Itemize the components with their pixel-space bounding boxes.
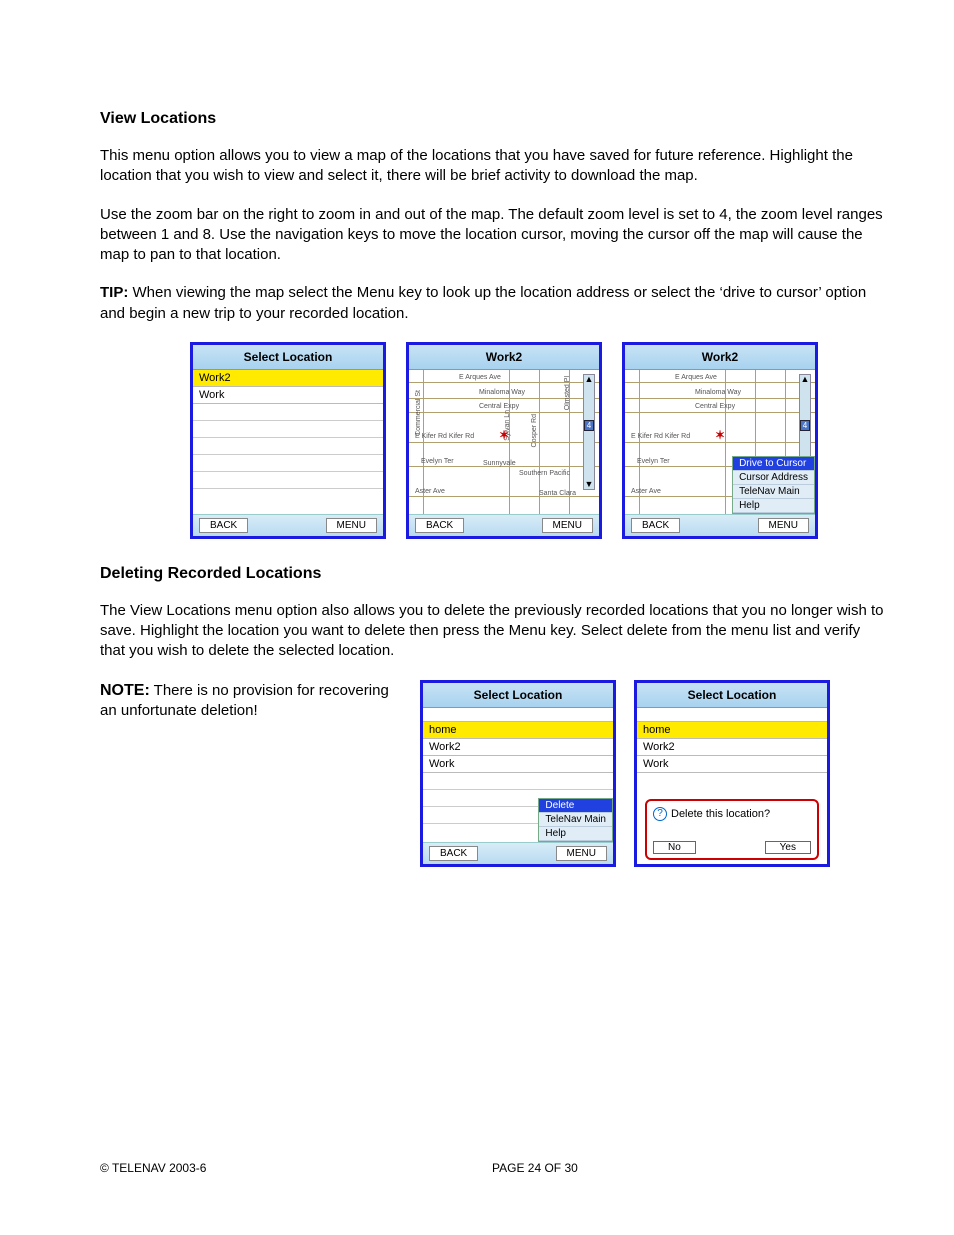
context-menu: Delete TeleNav Main Help [538,798,613,842]
menu-button[interactable]: MENU [556,846,607,861]
list-item[interactable]: Work2 [193,370,383,387]
menu-item-telenav-main[interactable]: TeleNav Main [539,813,612,827]
screenshots-row-1: Select Location Work2 Work BACK MENU Wor… [190,342,884,539]
street-label: E Kifer Rd Kifer Rd [415,433,474,440]
copyright: © TELENAV 2003-6 [100,1161,492,1175]
list-item[interactable]: home [423,722,613,739]
map-cursor-icon: ✶ [715,428,725,442]
para-delete-1: The View Locations menu option also allo… [100,601,884,662]
screen2-title: Work2 [409,345,599,370]
screen3-map[interactable]: E Arques Ave Minaloma Way Central Expy E… [625,370,815,514]
dialog-text: Delete this location? [671,808,770,820]
back-button[interactable]: BACK [429,846,478,861]
tip-label: TIP: [100,284,128,301]
list-item[interactable]: Work [637,756,827,773]
context-menu: Drive to Cursor Cursor Address TeleNav M… [732,456,815,514]
screen-select-location-1: Select Location Work2 Work BACK MENU [190,342,386,539]
list-item[interactable]: home [637,722,827,739]
street-label: Cosper Rd [531,414,538,447]
heading-view-locations: View Locations [100,110,884,128]
street-label: Central Expy [479,403,519,410]
zoom-in-icon[interactable]: ▲ [801,375,810,384]
list-item[interactable]: Work2 [423,739,613,756]
street-label: Minaloma Way [479,389,525,396]
screen5-title: Select Location [637,683,827,708]
para-note: NOTE: There is no provision for recoveri… [100,680,420,722]
screen-select-location-delete-menu: Select Location home Work2 Work Delete T… [420,680,616,867]
list-item[interactable]: Work2 [637,739,827,756]
street-label: Commercial St [415,390,422,436]
street-label: Evelyn Ter [421,458,454,465]
screen3-title: Work2 [625,345,815,370]
screenshots-row-2: Select Location home Work2 Work Delete T… [420,680,830,867]
street-label: Central Expy [695,403,735,410]
para-view-2: Use the zoom bar on the right to zoom in… [100,205,884,266]
screen-select-location-confirm: Select Location home Work2 Work ? Delete… [634,680,830,867]
street-label: Evelyn Ter [637,458,670,465]
confirm-dialog: ? Delete this location? No Yes [645,799,819,860]
page-number: PAGE 24 OF 30 [492,1161,884,1175]
screen4-title: Select Location [423,683,613,708]
map-label: Santa Clara [539,490,576,497]
street-label: E Arques Ave [459,374,501,381]
para-view-1: This menu option allows you to view a ma… [100,146,884,187]
menu-item-help[interactable]: Help [539,827,612,841]
street-label: E Kifer Rd Kifer Rd [631,433,690,440]
screen-map-work2: Work2 E Arques Ave Minaloma Way Central … [406,342,602,539]
screen1-title: Select Location [193,345,383,370]
yes-button[interactable]: Yes [765,841,811,854]
zoom-in-icon[interactable]: ▲ [585,375,594,384]
page-footer: © TELENAV 2003-6 PAGE 24 OF 30 [100,1161,884,1175]
map-label: Sunnyvale [483,460,516,467]
para-tip: TIP: When viewing the map select the Men… [100,283,884,324]
menu-item-drive-to-cursor[interactable]: Drive to Cursor [733,457,814,471]
note-label: NOTE: [100,682,150,699]
screen4-body: home Work2 Work Delete TeleNav Main Help [423,708,613,842]
zoom-out-icon[interactable]: ▼ [585,480,594,489]
street-label: Minaloma Way [695,389,741,396]
menu-item-telenav-main[interactable]: TeleNav Main [733,485,814,499]
question-icon: ? [653,807,667,821]
back-button[interactable]: BACK [199,518,248,533]
no-button[interactable]: No [653,841,696,854]
back-button[interactable]: BACK [631,518,680,533]
list-item[interactable]: Work [423,756,613,773]
menu-item-delete[interactable]: Delete [539,799,612,813]
menu-button[interactable]: MENU [326,518,377,533]
screen1-body: Work2 Work [193,370,383,514]
back-button[interactable]: BACK [415,518,464,533]
street-label: E Arques Ave [675,374,717,381]
screen5-body: home Work2 Work ? Delete this location? … [637,708,827,864]
menu-button[interactable]: MENU [758,518,809,533]
heading-deleting-locations: Deleting Recorded Locations [100,565,884,583]
zoom-level: 4 [800,420,810,431]
zoom-level: 4 [584,420,594,431]
zoom-bar[interactable]: ▲ 4 ▼ [583,374,595,490]
street-label: Olmsted Pl [564,376,571,410]
street-label: Aster Ave [415,488,445,495]
screen2-map[interactable]: E Arques Ave Minaloma Way Central Expy E… [409,370,599,514]
list-item[interactable]: Work [193,387,383,404]
map-cursor-icon: ✶ [499,428,509,442]
screen-map-work2-menu: Work2 E Arques Ave Minaloma Way Central … [622,342,818,539]
street-label: Aster Ave [631,488,661,495]
menu-item-cursor-address[interactable]: Cursor Address [733,471,814,485]
map-label: Southern Pacific [519,470,570,477]
menu-item-help[interactable]: Help [733,499,814,513]
tip-text: When viewing the map select the Menu key… [100,284,866,321]
menu-button[interactable]: MENU [542,518,593,533]
